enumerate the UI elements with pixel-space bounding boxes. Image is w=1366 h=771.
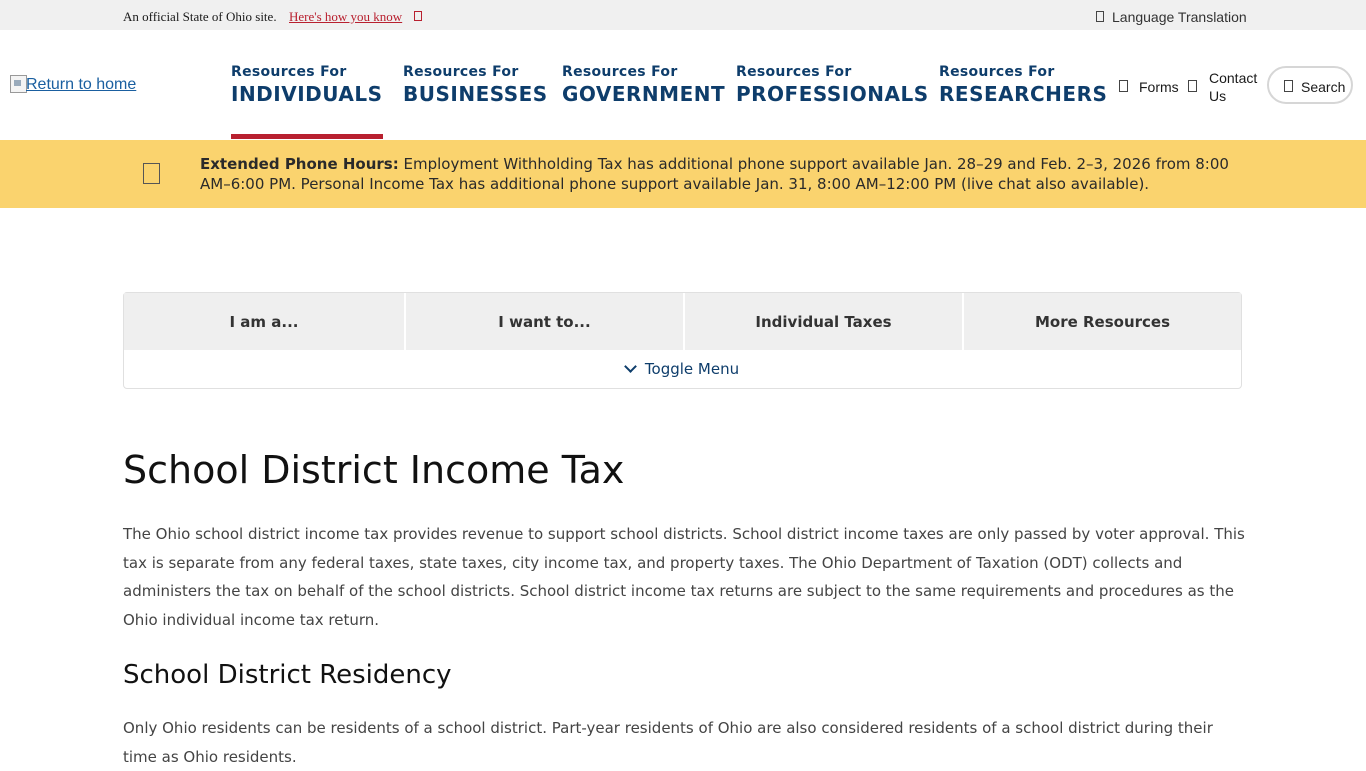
nav-resources-title: PROFESSIONALS xyxy=(736,82,929,106)
nav-resources-label: Resources For xyxy=(562,64,678,80)
nav-resources-businesses[interactable]: Resources For BUSINESSES xyxy=(403,64,548,106)
nav-resources-individuals[interactable]: Resources For INDIVIDUALS xyxy=(231,64,383,106)
search-button[interactable]: Search xyxy=(1267,66,1353,104)
how-you-know-link[interactable]: Here's how you know xyxy=(289,9,402,25)
nav-resources-title: INDIVIDUALS xyxy=(231,82,383,106)
tab-i-am-a[interactable]: I am a... xyxy=(124,293,404,350)
alert-icon xyxy=(143,163,160,184)
contact-us-link-line1[interactable]: Contact xyxy=(1209,70,1257,86)
search-icon xyxy=(1284,80,1293,92)
nav-resources-label: Resources For xyxy=(736,64,852,80)
nav-resources-label: Resources For xyxy=(231,64,347,80)
alert-message: Extended Phone Hours: Employment Withhol… xyxy=(200,154,1230,194)
globe-icon[interactable] xyxy=(1096,11,1104,22)
contact-us-link-line2[interactable]: Us xyxy=(1209,88,1226,104)
language-translation-button[interactable]: Language Translation xyxy=(1112,9,1247,25)
section-menu: I am a... I want to... Individual Taxes … xyxy=(123,292,1242,389)
nav-resources-title: GOVERNMENT xyxy=(562,82,726,106)
page-title: School District Income Tax xyxy=(123,448,625,492)
tab-more-resources[interactable]: More Resources xyxy=(964,293,1241,350)
nav-resources-label: Resources For xyxy=(403,64,519,80)
chevron-down-icon xyxy=(624,360,637,373)
forms-icon[interactable] xyxy=(1119,80,1128,92)
nav-resources-government[interactable]: Resources For GOVERNMENT xyxy=(562,64,725,106)
contact-icon[interactable] xyxy=(1188,80,1197,92)
active-nav-indicator xyxy=(231,134,383,139)
nav-resources-title: BUSINESSES xyxy=(403,82,548,106)
home-logo-image[interactable] xyxy=(10,75,27,93)
nav-resources-title: RESEARCHERS xyxy=(939,82,1108,106)
chevron-down-icon[interactable] xyxy=(414,11,422,21)
return-home-link[interactable]: Return to home xyxy=(26,76,136,94)
forms-link[interactable]: Forms xyxy=(1139,79,1179,95)
tab-i-want-to[interactable]: I want to... xyxy=(406,293,683,350)
alert-title: Extended Phone Hours: xyxy=(200,155,399,173)
official-site-bar: An official State of Ohio site. Here's h… xyxy=(0,0,1366,30)
residency-heading: School District Residency xyxy=(123,660,452,690)
official-site-text: An official State of Ohio site. xyxy=(123,9,277,24)
toggle-menu-label: Toggle Menu xyxy=(644,360,740,378)
toggle-menu-button[interactable]: Toggle Menu xyxy=(124,350,1241,388)
tab-individual-taxes[interactable]: Individual Taxes xyxy=(685,293,962,350)
nav-resources-researchers[interactable]: Resources For RESEARCHERS xyxy=(939,64,1107,106)
search-button-label: Search xyxy=(1301,79,1346,95)
nav-resources-label: Resources For xyxy=(939,64,1055,80)
intro-paragraph: The Ohio school district income tax prov… xyxy=(123,525,1245,630)
nav-resources-professionals[interactable]: Resources For PROFESSIONALS xyxy=(736,64,929,106)
residency-paragraph: Only Ohio residents can be residents of … xyxy=(123,719,1213,766)
